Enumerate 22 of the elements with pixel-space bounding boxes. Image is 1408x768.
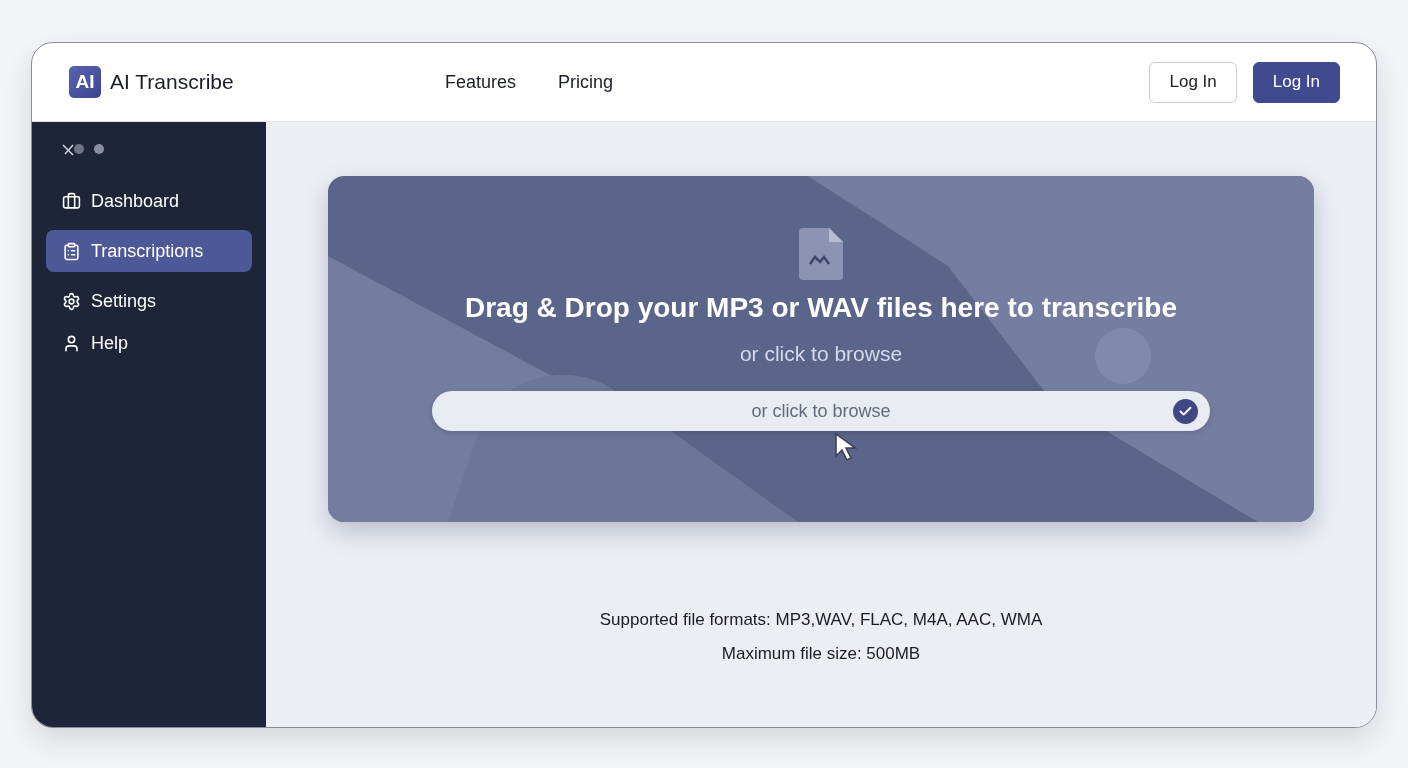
clipboard-icon xyxy=(62,241,81,261)
login-button[interactable]: Log In xyxy=(1252,61,1340,103)
sidebar-item[interactable]: Transcriptions xyxy=(46,230,252,272)
briefcase-icon xyxy=(62,191,81,211)
info-text: Supported file formats: MP3,WAV, FLAC, M4A, AAC, WMA xyxy=(599,610,1043,630)
sidebar-item[interactable]: Help xyxy=(46,322,252,364)
cursor-icon xyxy=(834,432,860,462)
nav-link[interactable]: Pricing xyxy=(558,71,614,93)
login-button[interactable]: Log In xyxy=(1149,61,1237,103)
drop-zone[interactable]: Drag & Drop your MP3 or WAV files here to transcribe or click to browse or click to browse xyxy=(328,176,1314,522)
info-text: Maximum file size: 500MB xyxy=(721,644,921,664)
nav-link[interactable]: Features xyxy=(445,71,517,93)
file-icon xyxy=(799,228,843,280)
sidebar-item[interactable]: Dashboard xyxy=(46,180,252,222)
browse-field[interactable]: or click to browse xyxy=(432,391,1210,431)
settings-icon xyxy=(62,291,81,311)
upload-title: Drag & Drop your MP3 or WAV files here to transcribe xyxy=(464,292,1178,324)
sidebar-item[interactable]: Settings xyxy=(46,280,252,322)
user-icon xyxy=(62,333,81,353)
logo-icon: AI xyxy=(69,66,101,98)
browse-text[interactable]: or click to browse xyxy=(739,342,903,366)
brand-name: AI Transcribe xyxy=(110,70,234,94)
